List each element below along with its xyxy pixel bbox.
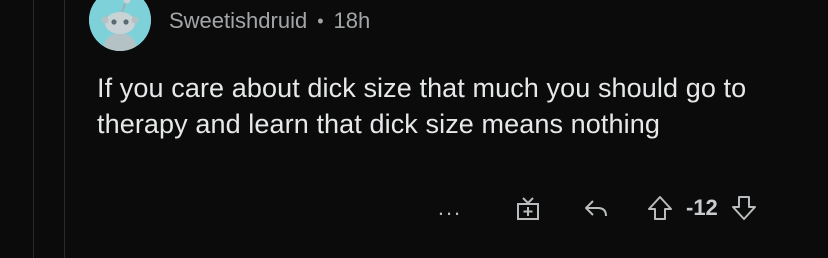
- comment: Sweetishdruid • 18h If you care about di…: [0, 0, 828, 258]
- more-options-button[interactable]: ...: [430, 195, 470, 221]
- username[interactable]: Sweetishdruid: [169, 8, 307, 34]
- snoo-avatar-icon: [89, 0, 151, 51]
- comment-actions: ... -12: [430, 188, 762, 228]
- comment-meta: Sweetishdruid • 18h: [169, 8, 370, 34]
- vote-score: -12: [686, 195, 718, 220]
- downvote-icon: [731, 196, 756, 220]
- meta-separator: •: [317, 10, 324, 31]
- comment-header: Sweetishdruid • 18h: [89, 0, 370, 51]
- reply-icon: [585, 200, 607, 217]
- timestamp: 18h: [333, 8, 371, 33]
- gift-icon: [517, 197, 539, 220]
- reply-button[interactable]: [576, 193, 616, 223]
- comment-body: If you care about dick size that much yo…: [97, 73, 747, 139]
- award-button[interactable]: [508, 193, 548, 223]
- upvote-icon: [648, 196, 672, 220]
- upvote-button[interactable]: [642, 193, 678, 223]
- avatar[interactable]: [89, 0, 151, 51]
- downvote-button[interactable]: [726, 193, 762, 223]
- more-icon: ...: [437, 195, 463, 220]
